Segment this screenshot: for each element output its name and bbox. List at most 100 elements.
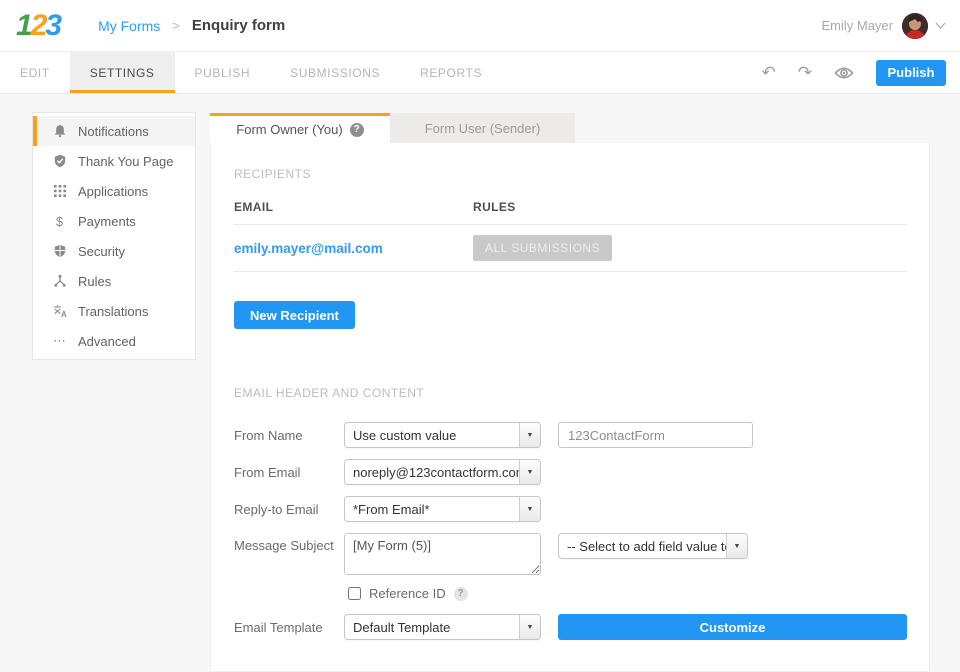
- reference-id-row: Reference ID ?: [348, 586, 907, 601]
- top-header: 123 My Forms > Enquiry form Emily Mayer: [0, 0, 960, 52]
- new-recipient-button[interactable]: New Recipient: [234, 301, 355, 329]
- sidebar-item-advanced[interactable]: ⋯ Advanced: [33, 326, 195, 356]
- user-name: Emily Mayer: [821, 18, 893, 33]
- reply-to-select[interactable]: *From Email* ▼: [344, 496, 541, 522]
- tab-publish[interactable]: PUBLISH: [175, 52, 271, 93]
- select-arrow-icon: ▼: [726, 534, 747, 558]
- preview-eye-icon[interactable]: [834, 66, 854, 80]
- from-name-select[interactable]: Use custom value ▼: [344, 422, 541, 448]
- sidebar-item-translations[interactable]: A Translations: [33, 296, 195, 326]
- dollar-icon: $: [52, 214, 67, 229]
- from-email-select-value: noreply@123contactform.com: [345, 465, 519, 480]
- email-template-select-value: Default Template: [345, 620, 519, 635]
- from-name-input[interactable]: [558, 422, 753, 448]
- notifications-panel: Form Owner (You) ? Form User (Sender) RE…: [210, 113, 930, 600]
- recipient-email-link[interactable]: emily.mayer@mail.com: [234, 241, 473, 256]
- undo-icon[interactable]: ↶: [762, 64, 776, 81]
- grid-icon: [52, 185, 67, 197]
- sidebar-item-label: Applications: [78, 184, 148, 199]
- tab-form-user[interactable]: Form User (Sender): [390, 113, 575, 143]
- select-arrow-icon: ▼: [519, 460, 540, 484]
- sidebar-item-payments[interactable]: $ Payments: [33, 206, 195, 236]
- reply-to-label: Reply-to Email: [234, 502, 344, 517]
- ellipsis-icon: ⋯: [52, 333, 67, 349]
- sidebar-item-label: Notifications: [78, 124, 149, 139]
- rule-badge[interactable]: ALL SUBMISSIONS: [473, 235, 612, 261]
- email-header-title: EMAIL HEADER AND CONTENT: [234, 386, 907, 400]
- logo-digit-1: 1: [16, 9, 31, 42]
- from-name-row: From Name Use custom value ▼: [234, 422, 907, 448]
- sidebar-item-label: Thank You Page: [78, 154, 173, 169]
- tab-edit[interactable]: EDIT: [0, 52, 70, 93]
- from-email-select[interactable]: noreply@123contactform.com ▼: [344, 459, 541, 485]
- publish-button[interactable]: Publish: [876, 60, 946, 86]
- select-arrow-icon: ▼: [519, 423, 540, 447]
- add-field-select-value: -- Select to add field value to message: [559, 539, 726, 554]
- translate-icon: A: [52, 304, 67, 318]
- message-subject-row: Message Subject [My Form (5)] -- Select …: [234, 533, 907, 575]
- bell-icon: [52, 124, 67, 138]
- email-template-select[interactable]: Default Template ▼: [344, 614, 541, 640]
- panel-body: RECIPIENTS EMAIL RULES emily.mayer@mail.…: [210, 143, 930, 672]
- tab-reports[interactable]: REPORTS: [400, 52, 502, 93]
- message-subject-label: Message Subject: [234, 533, 344, 553]
- page-title: Enquiry form: [192, 17, 285, 34]
- breadcrumb-my-forms[interactable]: My Forms: [98, 18, 160, 34]
- logo-digit-3: 3: [45, 9, 60, 42]
- tab-submissions[interactable]: SUBMISSIONS: [270, 52, 400, 93]
- tab-form-owner-label: Form Owner (You): [236, 122, 342, 137]
- redo-icon[interactable]: ↷: [798, 64, 812, 81]
- logo-digit-2: 2: [31, 9, 46, 42]
- tab-settings[interactable]: SETTINGS: [70, 52, 175, 93]
- email-template-label: Email Template: [234, 620, 344, 635]
- breadcrumb-separator: >: [172, 18, 180, 33]
- recipients-section: RECIPIENTS EMAIL RULES emily.mayer@mail.…: [234, 143, 907, 329]
- col-rules: RULES: [473, 200, 907, 214]
- email-template-row: Email Template Default Template ▼ Custom…: [234, 614, 907, 640]
- sidebar-item-applications[interactable]: Applications: [33, 176, 195, 206]
- recipient-tabs: Form Owner (You) ? Form User (Sender): [210, 113, 930, 143]
- tab-form-owner[interactable]: Form Owner (You) ?: [210, 113, 390, 143]
- shield-icon: [52, 244, 67, 258]
- svg-text:A: A: [61, 310, 67, 318]
- recipients-table-header: EMAIL RULES: [234, 200, 907, 225]
- sidebar-item-label: Translations: [78, 304, 148, 319]
- user-menu[interactable]: Emily Mayer: [821, 13, 944, 39]
- table-row: emily.mayer@mail.com ALL SUBMISSIONS: [234, 225, 907, 272]
- sidebar-item-label: Rules: [78, 274, 111, 289]
- add-field-select[interactable]: -- Select to add field value to message …: [558, 533, 748, 559]
- from-email-label: From Email: [234, 465, 344, 480]
- branch-icon: [52, 274, 67, 288]
- select-arrow-icon: ▼: [519, 615, 540, 639]
- reply-to-select-value: *From Email*: [345, 502, 519, 517]
- sidebar-item-label: Advanced: [78, 334, 136, 349]
- chevron-down-icon: [936, 19, 946, 29]
- reference-id-label: Reference ID: [369, 586, 446, 601]
- reference-id-checkbox[interactable]: [348, 587, 361, 600]
- from-email-row: From Email noreply@123contactform.com ▼: [234, 459, 907, 485]
- breadcrumb: My Forms > Enquiry form: [98, 17, 285, 34]
- sidebar-item-notifications[interactable]: Notifications: [33, 116, 195, 146]
- message-subject-textarea[interactable]: [My Form (5)]: [344, 533, 541, 575]
- sidebar-item-label: Security: [78, 244, 125, 259]
- sidebar-item-rules[interactable]: Rules: [33, 266, 195, 296]
- tab-form-user-label: Form User (Sender): [425, 121, 541, 136]
- help-icon[interactable]: ?: [350, 123, 364, 137]
- from-name-select-value: Use custom value: [345, 428, 519, 443]
- section-nav: EDIT SETTINGS PUBLISH SUBMISSIONS REPORT…: [0, 52, 960, 94]
- reply-to-row: Reply-to Email *From Email* ▼: [234, 496, 907, 522]
- email-header-section: EMAIL HEADER AND CONTENT From Name Use c…: [234, 386, 907, 640]
- shield-check-icon: [52, 154, 67, 168]
- customize-button[interactable]: Customize: [558, 614, 907, 640]
- recipients-title: RECIPIENTS: [234, 143, 907, 181]
- select-arrow-icon: ▼: [519, 497, 540, 521]
- col-email: EMAIL: [234, 200, 473, 214]
- app-logo[interactable]: 123: [16, 11, 60, 41]
- sidebar-item-security[interactable]: Security: [33, 236, 195, 266]
- sidebar-item-thank-you-page[interactable]: Thank You Page: [33, 146, 195, 176]
- settings-sidebar: Notifications Thank You Page Application…: [32, 112, 196, 360]
- sidebar-item-label: Payments: [78, 214, 136, 229]
- avatar: [902, 13, 928, 39]
- reference-help-icon[interactable]: ?: [454, 587, 468, 601]
- from-name-label: From Name: [234, 428, 344, 443]
